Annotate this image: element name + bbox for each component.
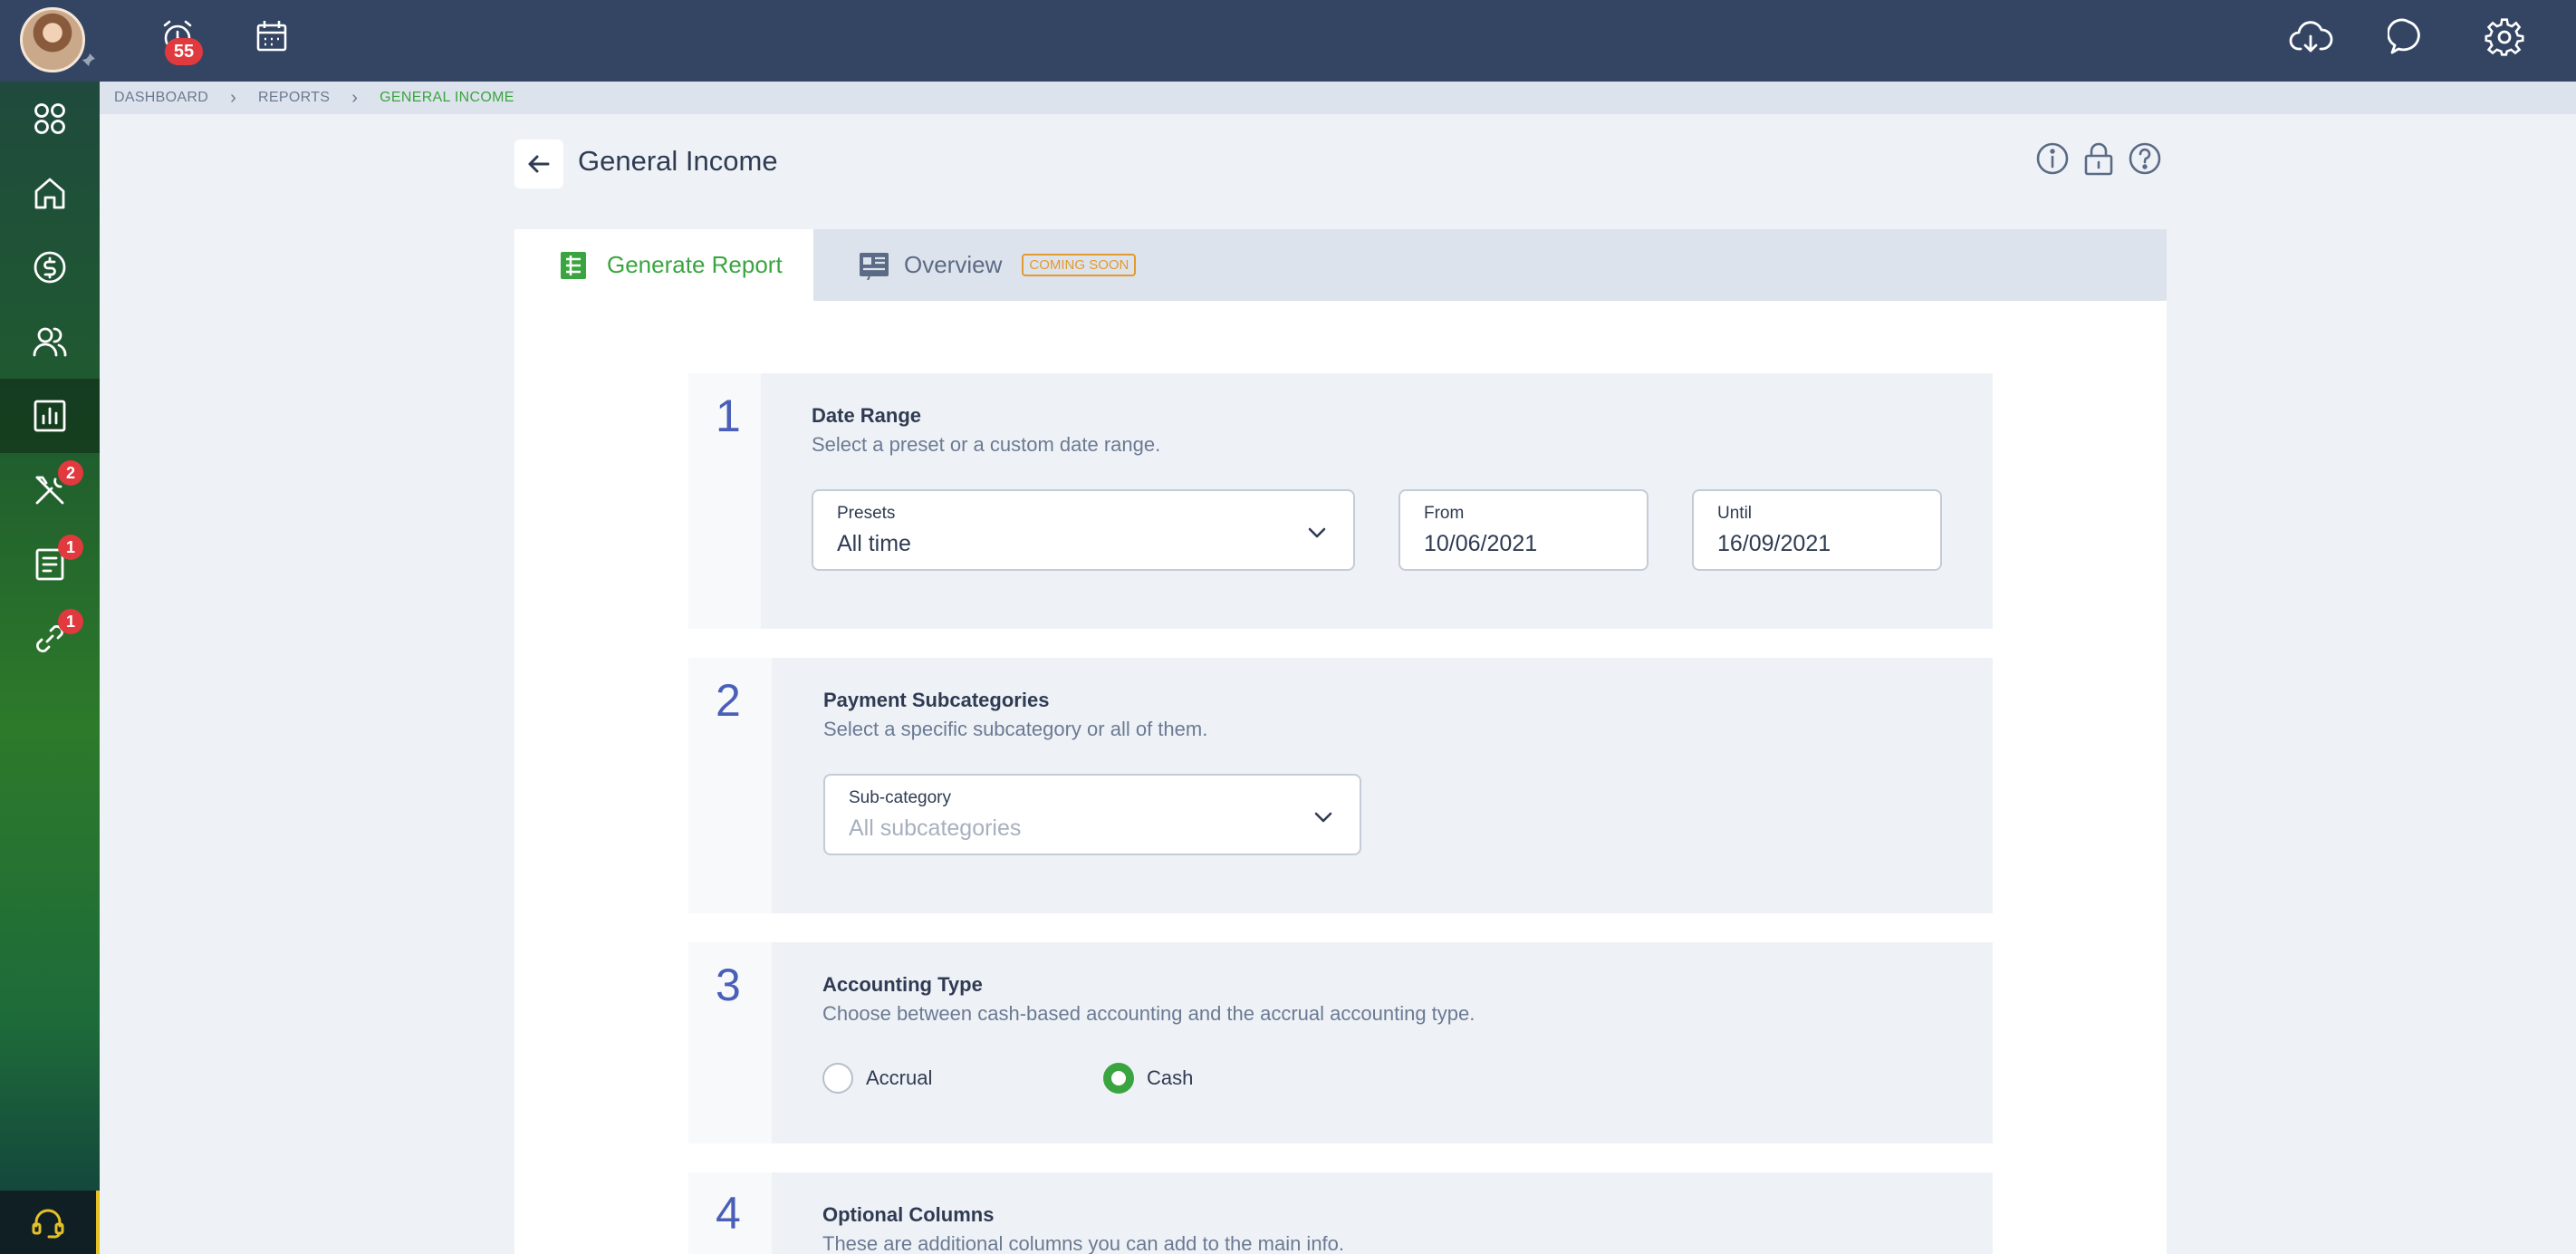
radio-cash-label: Cash (1147, 1066, 1194, 1089)
sidebar-item-documents[interactable]: 1 (0, 527, 100, 602)
section-subtitle: Select a specific subcategory or all of … (823, 718, 1208, 740)
section-accounting-type: 3 Accounting Type Choose between cash-ba… (688, 942, 1993, 1143)
breadcrumb: DASHBOARD › REPORTS › GENERAL INCOME (100, 82, 2576, 114)
links-badge: 1 (58, 609, 83, 634)
presets-select[interactable]: Presets All time (812, 489, 1355, 571)
coming-soon-badge: COMING SOON (1022, 254, 1137, 276)
sidebar-item-home[interactable] (0, 156, 100, 230)
section-number: 1 (716, 391, 741, 441)
breadcrumb-dashboard[interactable]: DASHBOARD (114, 90, 208, 106)
reports-icon (34, 400, 66, 432)
subcategory-select[interactable]: Sub-category All subcategories (823, 774, 1361, 855)
section-title: Payment Subcategories (823, 689, 1050, 711)
radio-circle-unchecked (822, 1063, 853, 1094)
radio-accrual-label: Accrual (866, 1066, 933, 1089)
tab-generate-report-label: Generate Report (607, 251, 783, 278)
radio-circle-checked (1103, 1063, 1134, 1094)
from-label: From (1424, 504, 1465, 523)
radio-cash[interactable]: Cash (1103, 1063, 1193, 1094)
section-payment-subcategories: 2 Payment Subcategories Select a specifi… (688, 658, 1993, 913)
settings-icon[interactable] (2484, 16, 2525, 58)
headset-icon (32, 1209, 64, 1239)
from-date-field[interactable]: From 10/06/2021 (1399, 489, 1648, 571)
home-icon (34, 178, 65, 209)
arrow-left-icon (528, 155, 550, 173)
from-value: 10/06/2021 (1424, 531, 1538, 556)
cloud-download-icon[interactable] (2288, 14, 2333, 60)
until-date-field[interactable]: Until 16/09/2021 (1692, 489, 1942, 571)
spreadsheet-icon (561, 251, 586, 279)
tab-generate-report[interactable]: Generate Report (514, 229, 813, 301)
chevron-down-icon (1308, 527, 1326, 538)
breadcrumb-general-income: GENERAL INCOME (380, 90, 514, 105)
section-subtitle: Choose between cash-based accounting and… (822, 1002, 1475, 1025)
subcategory-placeholder: All subcategories (849, 815, 1022, 841)
section-title: Accounting Type (822, 973, 983, 996)
radio-accrual[interactable]: Accrual (822, 1063, 932, 1094)
section-title: Optional Columns (822, 1203, 995, 1226)
dollar-icon (34, 251, 66, 284)
chevron-down-icon (1314, 812, 1332, 823)
sidebar-item-links[interactable]: 1 (0, 602, 100, 676)
support-button[interactable] (0, 1191, 100, 1254)
overview-card-icon (860, 252, 889, 280)
sidebar-item-apps[interactable] (0, 82, 100, 156)
info-icon[interactable] (2034, 140, 2071, 177)
until-label: Until (1717, 504, 1753, 523)
subcategory-label: Sub-category (849, 788, 952, 807)
calendar-icon[interactable] (252, 16, 292, 56)
tools-badge: 2 (58, 460, 83, 486)
help-icon[interactable] (2127, 140, 2163, 177)
notification-badge: 55 (165, 38, 203, 65)
presets-value: All time (837, 531, 911, 556)
section-number: 3 (716, 960, 741, 1010)
sidebar-item-finance[interactable] (0, 230, 100, 304)
section-optional-columns: 4 Optional Columns These are additional … (688, 1172, 1993, 1254)
tab-overview[interactable]: Overview COMING SOON (859, 229, 1137, 301)
section-number: 2 (716, 675, 741, 726)
sidebar-item-reports[interactable] (0, 379, 100, 453)
documents-badge: 1 (58, 535, 83, 560)
apps-icon (34, 103, 65, 134)
sidebar-item-users[interactable] (0, 304, 100, 379)
report-tabs: Generate Report Overview COMING SOON (514, 229, 2167, 301)
lock-icon[interactable] (2081, 140, 2117, 177)
chevron-right-icon: › (351, 87, 359, 108)
user-avatar[interactable] (20, 7, 85, 72)
presets-label: Presets (837, 504, 896, 523)
sidebar-item-tools[interactable]: 2 (0, 453, 100, 527)
breadcrumb-reports[interactable]: REPORTS (258, 90, 330, 106)
until-value: 16/09/2021 (1717, 531, 1831, 556)
chevron-right-icon: › (230, 87, 237, 108)
tab-overview-label: Overview (904, 251, 1003, 278)
section-subtitle: Select a preset or a custom date range. (812, 433, 1161, 456)
chat-icon[interactable] (2388, 16, 2429, 58)
section-number: 4 (716, 1188, 741, 1239)
back-button[interactable] (514, 140, 563, 188)
section-subtitle: These are additional columns you can add… (822, 1232, 1345, 1254)
sidebar: 2 1 1 (0, 82, 100, 1254)
section-date-range: 1 Date Range Select a preset or a custom… (688, 373, 1993, 629)
page-title: General Income (578, 145, 778, 177)
section-title: Date Range (812, 404, 922, 427)
top-bar: 55 (0, 0, 2576, 82)
pin-icon (82, 53, 95, 66)
users-icon (33, 327, 67, 357)
